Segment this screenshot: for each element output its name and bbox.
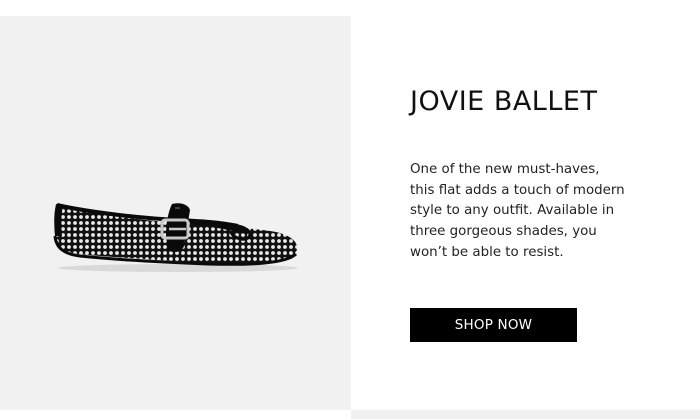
product-description: One of the new must-haves, this flat add… [410,160,642,264]
description-line: One of the new must-haves, [410,162,600,177]
description-line: this flat adds a touch of modern [410,182,625,198]
ballet-flat-shoe-image[interactable] [48,184,304,284]
product-image-panel[interactable] [0,16,351,410]
description-line: style to any outfit. Available in [410,203,615,219]
shop-now-button[interactable]: SHOP NOW [410,308,577,342]
product-content: JOVIE BALLET One of the new must-haves, … [410,0,670,419]
promo-banner: JOVIE BALLET One of the new must-haves, … [0,0,700,419]
product-title: JOVIE BALLET [410,86,598,117]
description-line: won’t be able to resist. [410,244,564,260]
description-line: three gorgeous shades, you [410,224,597,240]
